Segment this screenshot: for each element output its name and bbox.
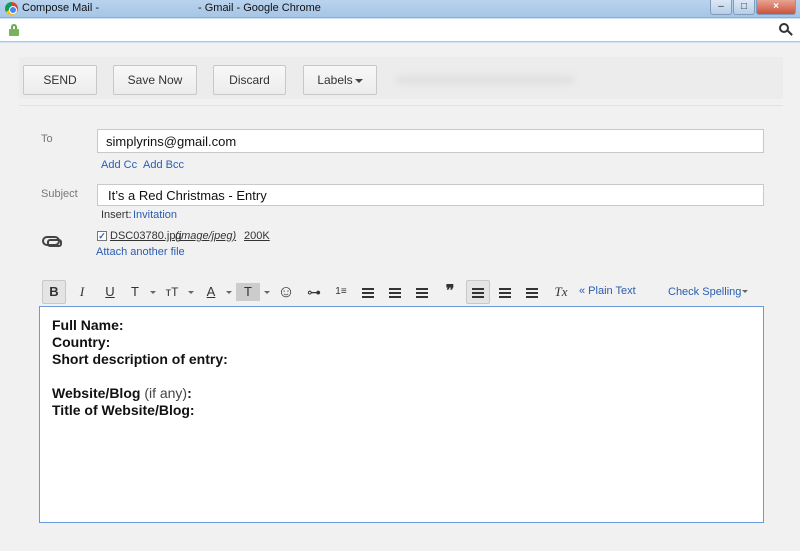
attachment-type: (image/jpeg) bbox=[175, 230, 237, 242]
align-left-button[interactable] bbox=[466, 280, 490, 304]
attachment-size: 200K bbox=[244, 230, 270, 242]
title-bar: Compose Mail - - Gmail - Google Chrome –… bbox=[0, 0, 800, 18]
window-title-right: - Gmail - Google Chrome bbox=[198, 2, 321, 14]
bulleted-list-icon bbox=[362, 287, 374, 298]
compose-toolbar: SEND Save Now Discard Labels bbox=[19, 57, 783, 99]
align-center-button[interactable] bbox=[493, 280, 517, 304]
blurred-region bbox=[395, 75, 575, 85]
plain-text-link[interactable]: « Plain Text bbox=[579, 285, 636, 297]
labels-button[interactable]: Labels bbox=[303, 65, 377, 95]
quote-button[interactable]: ❞ bbox=[438, 280, 462, 304]
italic-button[interactable]: I bbox=[70, 280, 94, 304]
align-right-icon bbox=[526, 287, 538, 298]
to-label: To bbox=[41, 133, 53, 145]
font-button[interactable]: T bbox=[123, 280, 147, 304]
compose-form: To simplyrins@gmail.com Add Cc Add Bcc S… bbox=[19, 105, 783, 545]
body-line: Country: bbox=[52, 334, 111, 350]
check-spelling-link[interactable]: Check Spelling bbox=[668, 286, 741, 298]
size-caret-icon bbox=[188, 291, 194, 294]
window-title-left: Compose Mail - bbox=[22, 2, 100, 14]
gmail-page: SEND Save Now Discard Labels To simplyri… bbox=[0, 43, 800, 551]
save-now-button[interactable]: Save Now bbox=[113, 65, 197, 95]
attachment-checkbox[interactable]: ✓ bbox=[97, 231, 107, 241]
font-caret-icon bbox=[150, 291, 156, 294]
bulleted-list-button[interactable] bbox=[356, 280, 380, 304]
indent-less-button[interactable] bbox=[383, 280, 407, 304]
address-bar[interactable] bbox=[0, 19, 800, 42]
body-blank-line bbox=[52, 368, 751, 385]
add-cc-link[interactable]: Add Cc bbox=[101, 159, 137, 171]
zoom-icon[interactable] bbox=[779, 23, 793, 37]
spelling-caret-icon bbox=[742, 290, 748, 293]
align-left-icon bbox=[472, 287, 484, 298]
attachment-name[interactable]: DSC03780.jpg bbox=[110, 230, 182, 242]
highlight-button[interactable]: T bbox=[236, 283, 260, 301]
subject-field[interactable]: It’s a Red Christmas - Entry bbox=[97, 184, 764, 206]
attach-another-link[interactable]: Attach another file bbox=[96, 246, 185, 258]
maximize-button[interactable]: □ bbox=[733, 0, 755, 15]
link-button[interactable]: ⊶ bbox=[302, 280, 326, 304]
window-controls: – □ × bbox=[710, 0, 796, 15]
bold-button[interactable]: B bbox=[42, 280, 66, 304]
numbered-list-button[interactable]: 1≡ bbox=[329, 280, 353, 304]
minimize-button[interactable]: – bbox=[710, 0, 732, 15]
format-toolbar: B I U T тT A T ☺ ⊶ 1≡ ❞ Tx « Plain Text … bbox=[39, 279, 769, 305]
indent-less-icon bbox=[389, 287, 401, 298]
discard-button[interactable]: Discard bbox=[213, 65, 286, 95]
subject-label: Subject bbox=[41, 188, 78, 200]
body-line: Short description of entry: bbox=[52, 351, 228, 367]
indent-more-icon bbox=[416, 287, 428, 298]
body-line: Full Name: bbox=[52, 317, 124, 333]
message-body-editor[interactable]: Full Name: Country: Short description of… bbox=[39, 306, 764, 523]
highlight-caret-icon bbox=[264, 291, 270, 294]
close-button[interactable]: × bbox=[756, 0, 796, 15]
indent-more-button[interactable] bbox=[410, 280, 434, 304]
emoji-button[interactable]: ☺ bbox=[274, 280, 298, 304]
labels-button-label: Labels bbox=[317, 73, 353, 87]
underline-button[interactable]: U bbox=[98, 280, 122, 304]
text-color-button[interactable]: A bbox=[199, 280, 223, 304]
remove-format-button[interactable]: Tx bbox=[549, 280, 573, 304]
add-bcc-link[interactable]: Add Bcc bbox=[143, 159, 184, 171]
body-line: Website/Blog (if any): bbox=[52, 385, 192, 401]
align-right-button[interactable] bbox=[520, 280, 544, 304]
lock-icon bbox=[9, 24, 19, 36]
insert-invitation-link[interactable]: Invitation bbox=[133, 209, 177, 221]
font-size-button[interactable]: тT bbox=[160, 280, 184, 304]
chrome-logo-icon bbox=[5, 2, 18, 15]
insert-label: Insert: bbox=[101, 209, 132, 221]
to-field[interactable]: simplyrins@gmail.com bbox=[97, 129, 764, 153]
body-line: Title of Website/Blog: bbox=[52, 402, 195, 418]
color-caret-icon bbox=[226, 291, 232, 294]
paperclip-icon bbox=[42, 236, 62, 247]
send-button[interactable]: SEND bbox=[23, 65, 97, 95]
align-center-icon bbox=[499, 287, 511, 298]
chevron-down-icon bbox=[354, 78, 363, 83]
